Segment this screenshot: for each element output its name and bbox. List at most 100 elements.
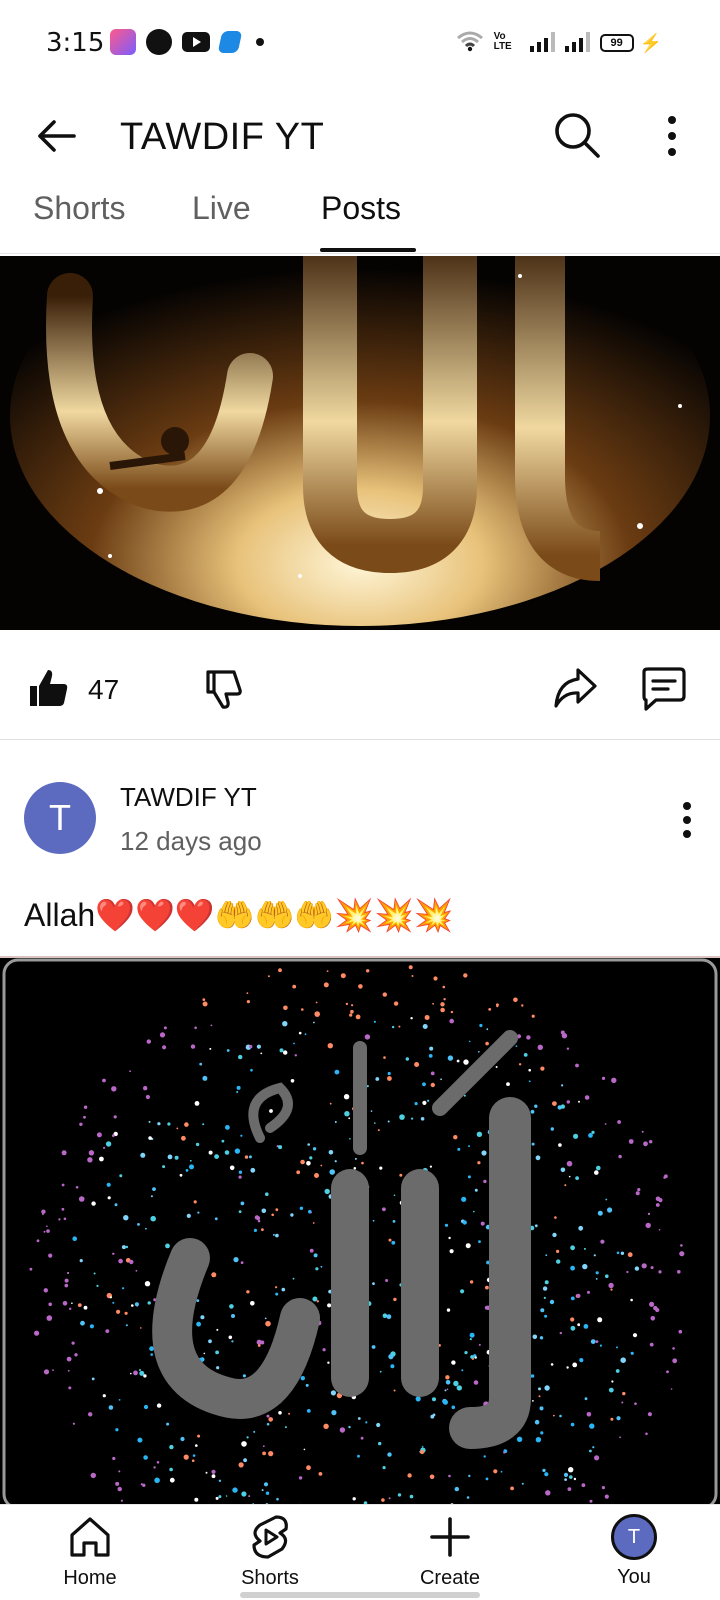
nav-shorts[interactable]: Shorts: [210, 1513, 330, 1599]
thumbs-down-icon[interactable]: [202, 666, 246, 710]
post-image[interactable]: [0, 256, 720, 630]
star-dot: [468, 1040, 471, 1043]
star-dot: [210, 1024, 213, 1027]
star-dot: [559, 1414, 562, 1418]
star-dot: [641, 1130, 644, 1133]
star-dot: [169, 1467, 173, 1472]
star-dot: [442, 1399, 448, 1405]
nav-label: You: [617, 1566, 651, 1588]
star-dot: [432, 1397, 436, 1402]
comment-icon[interactable]: [640, 666, 688, 712]
tab-live[interactable]: Live: [192, 190, 251, 250]
star-dot: [238, 1462, 244, 1468]
star-dot: [478, 1240, 481, 1243]
star-dot: [312, 1147, 317, 1151]
star-dot: [275, 1208, 279, 1212]
star-dot: [61, 1150, 67, 1156]
star-dot: [266, 1422, 270, 1426]
thumbs-up-icon[interactable]: [26, 666, 70, 710]
youtube-icon: [182, 32, 210, 52]
star-dot: [246, 992, 249, 994]
tab-posts[interactable]: Posts: [321, 190, 401, 250]
shorts-icon: [252, 1515, 288, 1559]
avatar[interactable]: T: [24, 782, 96, 854]
star-dot: [253, 1430, 256, 1433]
star-dot: [566, 1047, 570, 1050]
star-dot: [670, 1388, 673, 1390]
star-dot: [238, 1170, 243, 1174]
star-dot: [601, 1486, 606, 1490]
star-dot: [506, 1082, 510, 1086]
star-dot: [409, 1494, 414, 1499]
star-dot: [390, 1364, 395, 1369]
star-dot: [382, 1466, 386, 1470]
star-dot: [560, 1030, 565, 1035]
star-dot: [143, 1455, 148, 1460]
star-dot: [672, 1347, 675, 1350]
star-dot: [256, 1044, 261, 1049]
star-dot: [318, 1472, 323, 1476]
star-dot: [200, 1315, 205, 1320]
star-dot: [152, 1187, 156, 1191]
star-dot: [292, 984, 297, 989]
star-dot: [561, 1084, 564, 1087]
star-dot: [307, 1143, 311, 1146]
star-dot: [391, 1240, 396, 1245]
star-dot: [454, 1486, 459, 1492]
star-dot: [184, 1122, 189, 1127]
star-dot: [407, 1473, 412, 1478]
star-dot: [296, 1170, 301, 1175]
star-dot: [117, 1486, 122, 1492]
star-dot: [605, 1274, 609, 1278]
star-dot: [645, 1432, 648, 1436]
nav-home[interactable]: Home: [30, 1513, 150, 1599]
more-vertical-icon[interactable]: [654, 112, 690, 160]
star-dot: [635, 1191, 640, 1196]
star-dot: [493, 1469, 498, 1474]
star-dot: [620, 1357, 626, 1363]
star-dot: [299, 1206, 304, 1210]
star-dot: [553, 1414, 555, 1417]
star-dot: [481, 1150, 487, 1156]
home-icon: [70, 1517, 110, 1557]
star-dot: [422, 1100, 427, 1105]
star-dot: [540, 1308, 545, 1313]
star-dot: [214, 1217, 218, 1221]
star-dot: [607, 1207, 613, 1213]
star-dot: [150, 1215, 156, 1222]
nav-label: Home: [63, 1567, 117, 1589]
star-dot: [528, 1080, 531, 1083]
star-dot: [225, 1495, 228, 1497]
tab-shorts[interactable]: Shorts: [33, 190, 125, 250]
star-dot: [387, 1120, 390, 1123]
star-dot: [587, 1290, 590, 1294]
star-dot: [150, 1353, 153, 1356]
star-dot: [77, 1303, 82, 1307]
back-arrow-icon[interactable]: [34, 114, 78, 158]
star-dot: [315, 1267, 319, 1271]
star-dot: [125, 1245, 129, 1249]
star-dot: [534, 1419, 540, 1425]
more-vertical-icon[interactable]: [672, 800, 702, 840]
star-dot: [71, 1341, 75, 1345]
nav-create[interactable]: Create: [390, 1513, 510, 1599]
star-dot: [549, 1299, 555, 1305]
star-dot: [495, 1003, 499, 1007]
search-icon[interactable]: [552, 110, 602, 160]
star-dot: [399, 1114, 405, 1120]
star-dot: [593, 1254, 596, 1257]
star-dot: [677, 1270, 681, 1274]
star-dot: [231, 1314, 235, 1318]
star-dot: [248, 1155, 252, 1159]
star-dot: [451, 1405, 456, 1410]
star-dot: [510, 1486, 514, 1491]
share-icon[interactable]: [552, 666, 598, 710]
nav-you[interactable]: T You: [574, 1513, 694, 1599]
star-dot: [500, 1470, 503, 1473]
post-author[interactable]: TAWDIF YT: [120, 782, 257, 813]
star-dot: [202, 1001, 208, 1007]
star-dot: [588, 1133, 593, 1138]
star-dot: [288, 1412, 291, 1415]
star-dot: [344, 1111, 350, 1117]
post-image[interactable]: [0, 956, 720, 1506]
